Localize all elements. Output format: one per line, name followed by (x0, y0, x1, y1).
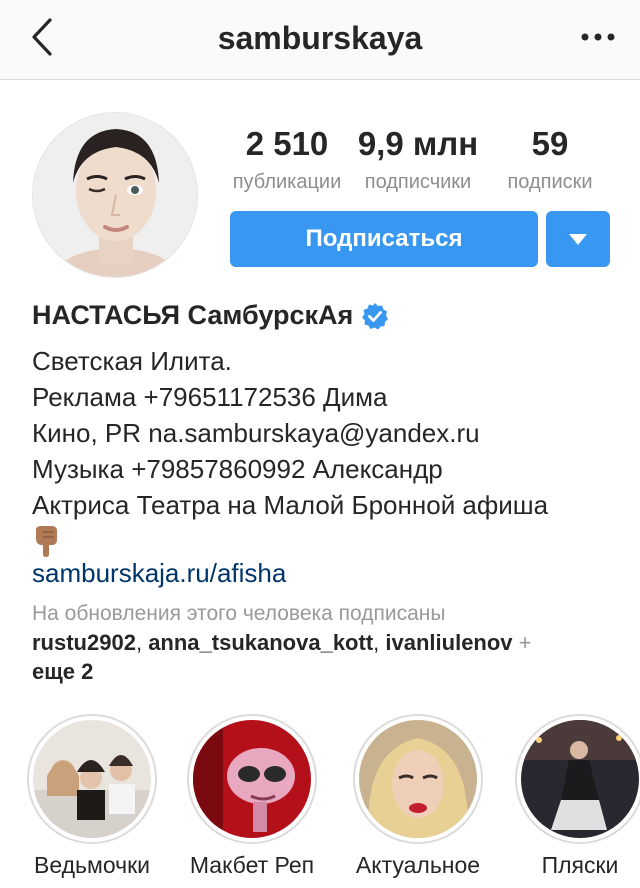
followed-user[interactable]: rustu2902 (32, 630, 136, 655)
stat-following[interactable]: 59 подписки (490, 125, 610, 194)
separator: , (373, 630, 386, 655)
triangle-down-icon (569, 233, 587, 245)
posts-label: публикации (232, 171, 342, 193)
profile-website-link[interactable]: samburskaja.ru/afisha (32, 558, 286, 589)
highlight-item[interactable]: Макбет Реп (172, 714, 332, 879)
followers-label: подписчики (364, 171, 472, 193)
highlight-label: Макбет Реп (189, 852, 315, 878)
highlight-image (521, 720, 639, 838)
highlight-ring (187, 714, 317, 844)
bio-line: Актриса Театра на Малой Бронной афиша (32, 490, 549, 520)
followers-count: 9,9 млн (357, 125, 479, 162)
bio-emoji (32, 523, 622, 559)
following-label: подписки (507, 171, 593, 193)
highlight-label: Пляски (541, 852, 619, 878)
top-navigation-bar: samburskaya (0, 0, 640, 80)
posts-count: 2 510 (245, 125, 329, 162)
page-title: samburskaya (217, 20, 423, 56)
separator: , (135, 630, 149, 655)
highlight-image (359, 720, 477, 838)
suggestions-dropdown-button[interactable] (546, 211, 610, 267)
following-count: 59 (531, 125, 569, 162)
plus-sign: + (518, 630, 532, 655)
bio-line: Музыка +79857860992 Александр (32, 454, 443, 484)
followed-more[interactable]: еще 2 (32, 659, 93, 684)
profile-stats: 2 510 публикации 9,9 млн подписчики 59 п… (228, 125, 620, 195)
verified-badge-icon (362, 302, 389, 329)
highlight-image (193, 720, 311, 838)
highlight-item[interactable]: Ведьмочки (12, 714, 172, 879)
ellipsis-icon (581, 33, 615, 41)
profile-name: НАСТАСЬЯ СамбурскАя (32, 300, 354, 330)
profile-name-row: НАСТАСЬЯ СамбурскАя (32, 300, 389, 331)
followed-user[interactable]: anna_tsukanova_kott (148, 630, 373, 655)
highlight-ring (27, 714, 157, 844)
profile-avatar[interactable] (32, 112, 198, 278)
bio-line: Светская Илита. (32, 346, 232, 376)
followed-by-section[interactable]: На обновления этого человека подписаны r… (32, 602, 622, 686)
followed-by-users: rustu2902, anna_tsukanova_kott, ivanliul… (32, 628, 622, 686)
bio-line: Реклама +79651172536 Дима (32, 382, 388, 412)
followed-by-caption: На обновления этого человека подписаны (32, 602, 446, 625)
bio-line: Кино, PR na.samburskaya@yandex.ru (32, 418, 480, 448)
highlight-image (33, 720, 151, 838)
highlight-label: Ведьмочки (33, 852, 151, 878)
more-options-button[interactable] (576, 22, 620, 52)
profile-bio: Светская Илита. Реклама +79651172536 Дим… (32, 343, 622, 559)
followed-user[interactable]: ivanliulenov (385, 630, 512, 655)
stat-posts[interactable]: 2 510 публикации (228, 125, 346, 194)
highlight-label: Актуальное (355, 852, 481, 878)
stat-followers[interactable]: 9,9 млн подписчики (348, 125, 488, 194)
highlight-ring (515, 714, 640, 844)
pointing-down-hand-icon (36, 526, 57, 557)
avatar-image (33, 113, 197, 277)
subscribe-button[interactable]: Подписаться (230, 211, 538, 267)
highlight-ring (353, 714, 483, 844)
story-highlights: Ведьмочки Макбет Реп Актуальное Пляски (0, 714, 640, 888)
highlight-item[interactable]: Пляски (500, 714, 640, 879)
highlight-item[interactable]: Актуальное (338, 714, 498, 879)
